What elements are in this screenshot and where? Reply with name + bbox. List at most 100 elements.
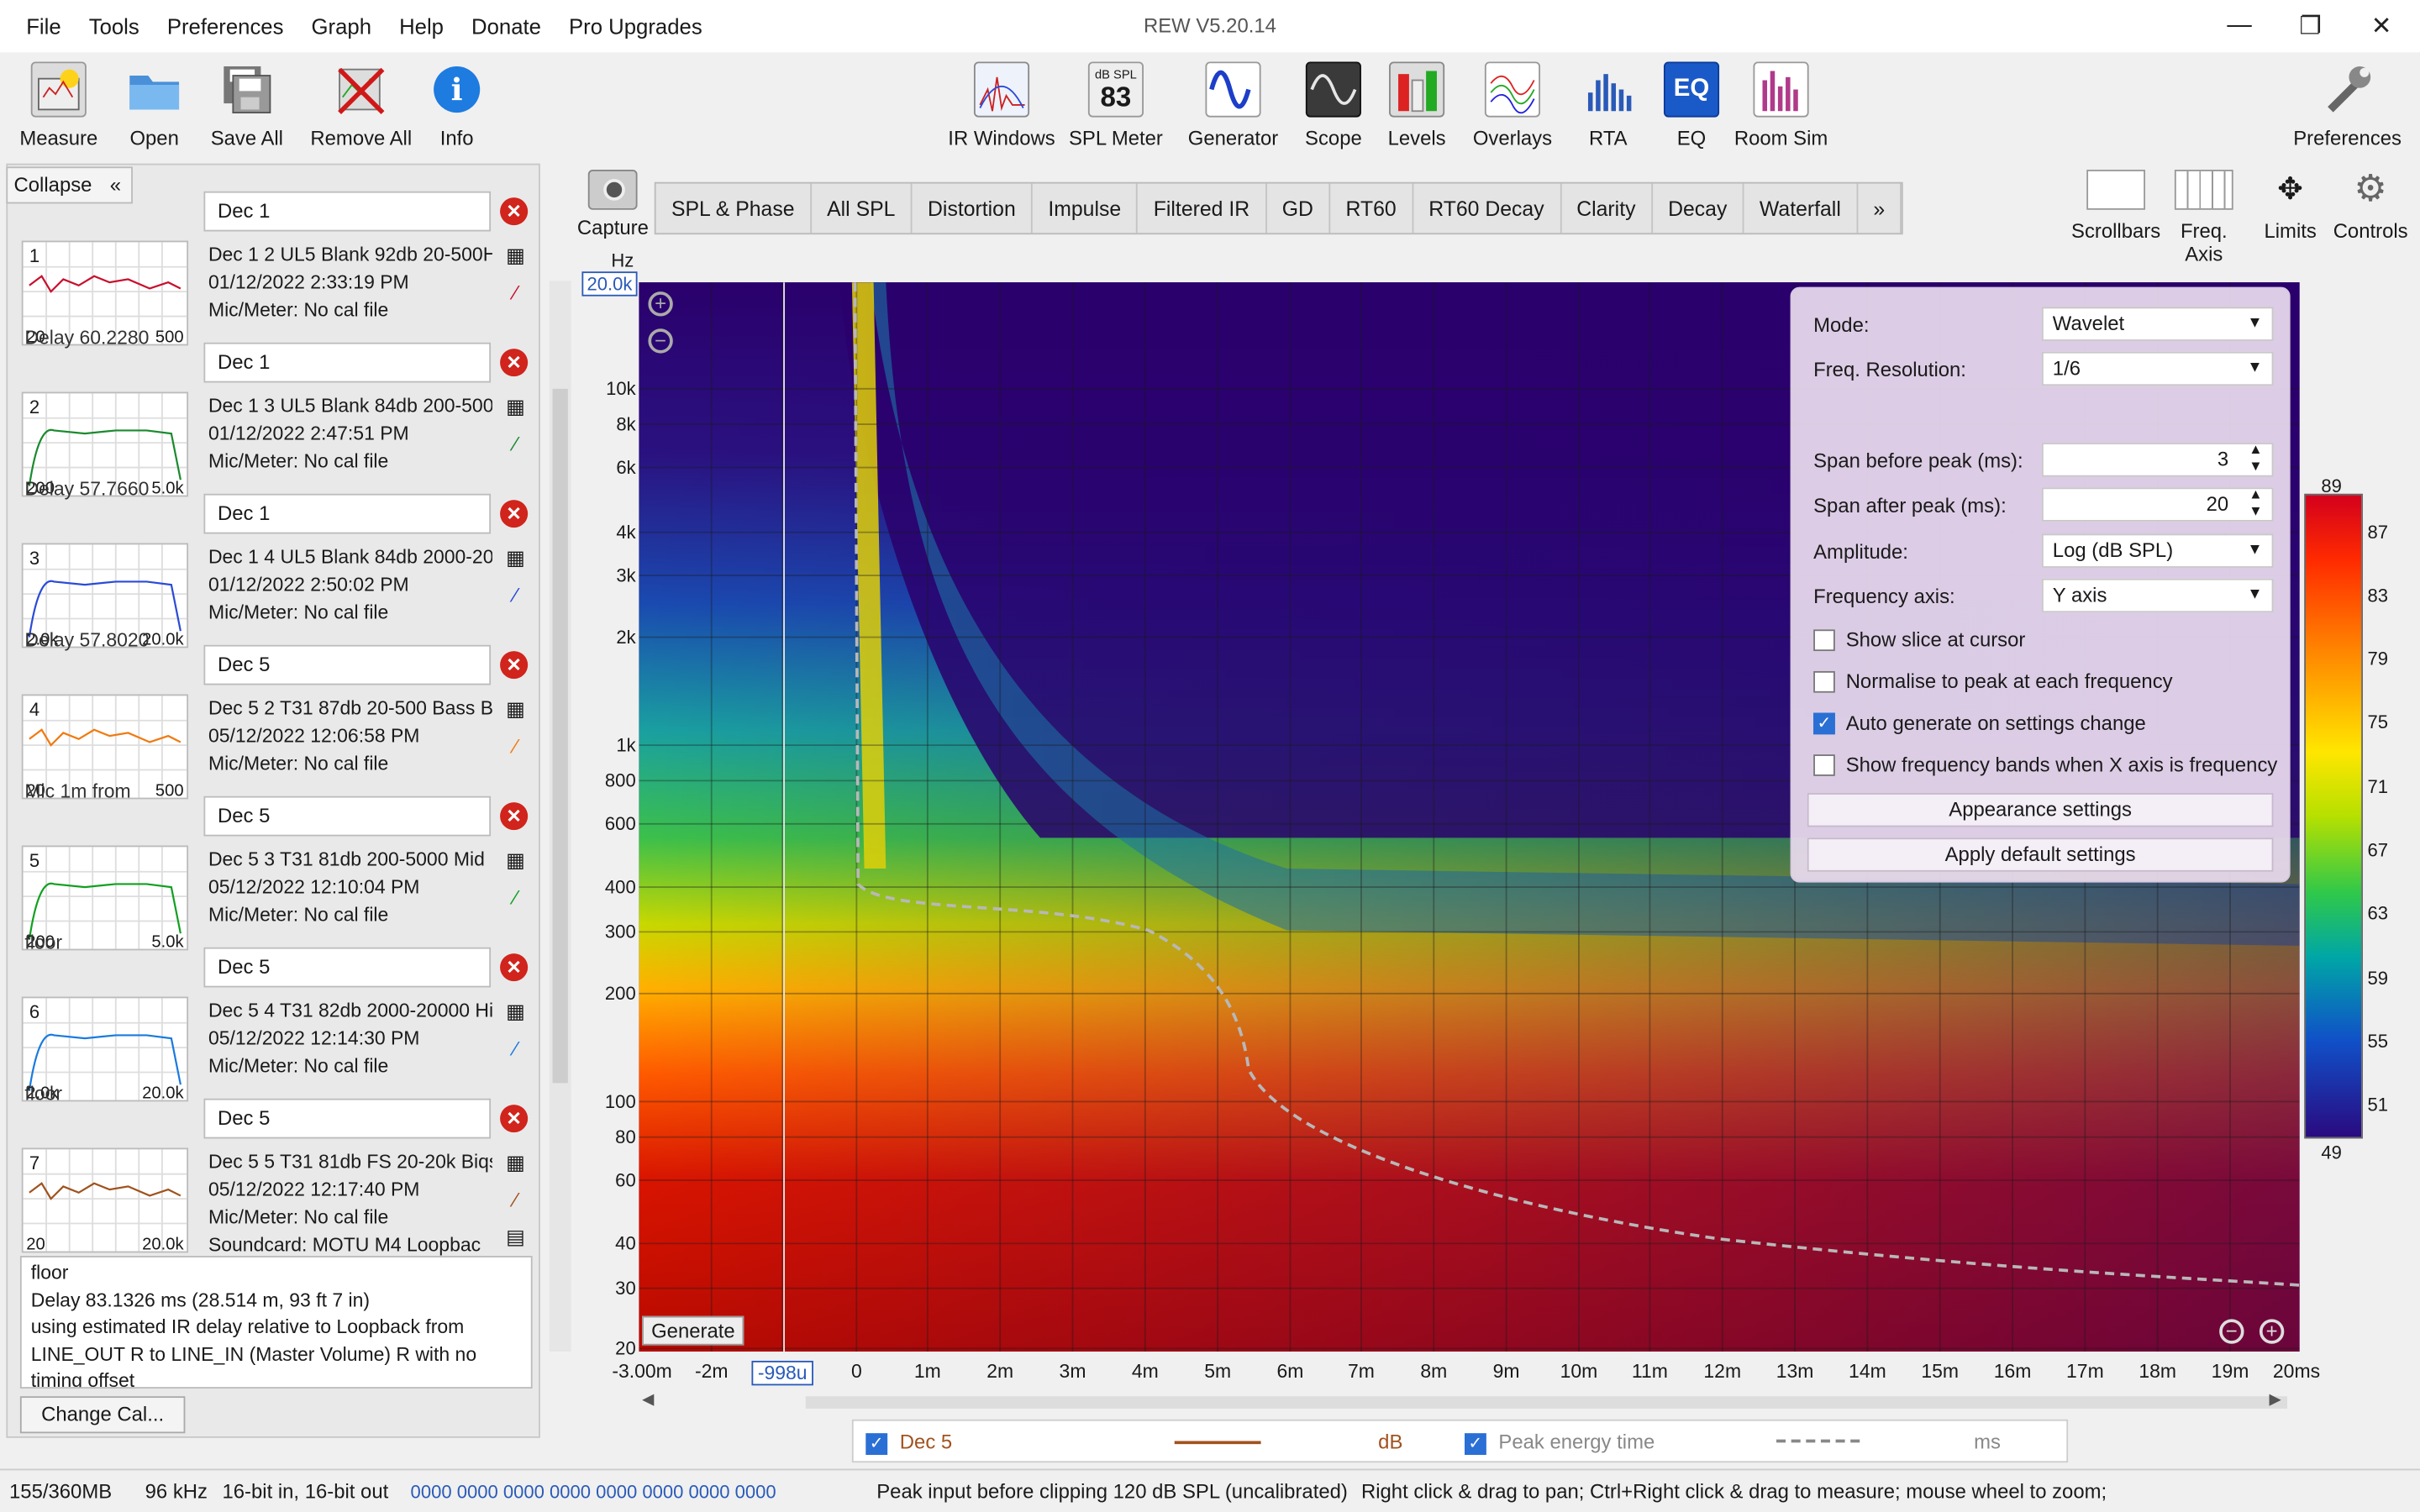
measurement-tab-field[interactable]: Dec 5 — [203, 1098, 492, 1139]
chart-settings-icon[interactable]: ▦ — [503, 848, 528, 873]
span-before-spinner[interactable]: 3 ▲ ▼ — [2041, 441, 2274, 477]
mode-select[interactable]: Wavelet ▼ — [2041, 307, 2274, 341]
remove-all-button[interactable]: Remove All — [308, 59, 413, 150]
measurement-tab-field[interactable]: Dec 1 — [203, 342, 492, 383]
menu-donate[interactable]: Donate — [457, 0, 555, 52]
list-scrollbar[interactable] — [549, 281, 571, 1352]
measurement-tab-field[interactable]: Dec 5 — [203, 947, 492, 988]
scroll-left-icon[interactable]: ◀ — [642, 1392, 654, 1409]
horizontal-scrollbar[interactable]: ◀ ▶ — [639, 1392, 2299, 1414]
auto-generate-checkbox[interactable]: ✓ Auto generate on settings change — [1813, 711, 2146, 734]
limits-button[interactable]: ✥ Limits — [2254, 170, 2328, 243]
generator-button[interactable]: Generator — [1186, 59, 1281, 150]
open-button[interactable]: Open — [118, 59, 192, 150]
zoom-out-icon[interactable]: − — [648, 328, 673, 354]
remove-measurement-icon[interactable]: ✕ — [500, 197, 529, 226]
restore-icon[interactable]: ❐ — [2275, 0, 2345, 52]
measurement-item[interactable]: Dec 5 ✕ 5 200 5.0k Dec 5 3 T31 81db 200-… — [13, 784, 531, 953]
measurement-tab-field[interactable]: Dec 5 — [203, 795, 492, 837]
scope-button[interactable]: Scope — [1300, 59, 1368, 150]
change-cal-button[interactable]: Change Cal... — [19, 1396, 186, 1434]
chart-settings-icon[interactable]: ▦ — [503, 1151, 528, 1175]
measurement-tab-field[interactable]: Dec 1 — [203, 191, 492, 232]
line-color-icon[interactable]: ⁄ — [503, 734, 528, 759]
graph-tab[interactable]: Impulse — [1033, 183, 1139, 234]
amplitude-select[interactable]: Log (dB SPL) ▼ — [2041, 533, 2274, 568]
generate-button[interactable]: Generate — [642, 1315, 744, 1346]
graph-tab[interactable]: Filtered IR — [1138, 183, 1267, 234]
menu-tools[interactable]: Tools — [75, 0, 153, 52]
chart-settings-icon[interactable]: ▦ — [503, 244, 528, 268]
line-color-icon[interactable]: ⁄ — [503, 1037, 528, 1061]
scrollbars-button[interactable]: Scrollbars — [2062, 170, 2170, 242]
minimize-icon[interactable]: — — [2204, 0, 2275, 52]
spinner-arrows-icon[interactable]: ▲ ▼ — [2249, 441, 2262, 475]
zoom-out-x-icon[interactable]: − — [2219, 1319, 2244, 1344]
measurement-item[interactable]: Dec 5 ✕ 7 20 20.0k Dec 5 5 T31 81db FS 2… — [13, 1086, 531, 1256]
measurement-item[interactable]: Dec 1 ✕ 3 2.0k 20.0k Dec 1 4 UL5 Blank 8… — [13, 481, 531, 651]
save-all-button[interactable]: Save All — [201, 59, 293, 150]
line-color-icon[interactable]: ⁄ — [503, 281, 528, 305]
graph-tab[interactable]: Waterfall — [1744, 183, 1859, 234]
graph-tab[interactable]: » — [1858, 183, 1902, 234]
frequency-axis-select[interactable]: Y axis ▼ — [2041, 578, 2274, 613]
normalise-checkbox[interactable]: Normalise to peak at each frequency — [1813, 669, 2173, 693]
chart-settings-icon[interactable]: ▦ — [503, 1000, 528, 1024]
preferences-button[interactable]: Preferences — [2291, 59, 2405, 150]
remove-measurement-icon[interactable]: ✕ — [500, 651, 529, 680]
legend-dec5-checkbox[interactable]: ✓ — [865, 1431, 888, 1455]
chart-settings-icon[interactable]: ▦ — [503, 395, 528, 419]
legend-peak-checkbox[interactable]: ✓ — [1465, 1431, 1486, 1455]
x-tick-label[interactable]: -998u — [751, 1360, 813, 1386]
spinner-arrows-icon[interactable]: ▲ ▼ — [2249, 486, 2262, 520]
y-axis-top-value[interactable]: 20.0k — [581, 271, 638, 297]
menu-pro-upgrades[interactable]: Pro Upgrades — [555, 0, 716, 52]
remove-measurement-icon[interactable]: ✕ — [500, 349, 529, 377]
measurement-thumbnail[interactable]: 7 20 20.0k — [21, 1147, 189, 1254]
measurement-item[interactable]: Dec 5 ✕ 4 20 500 Dec 5 2 T31 87db 20-500… — [13, 633, 531, 802]
appearance-settings-button[interactable]: Appearance settings — [1807, 793, 2274, 827]
graph-tab[interactable]: Clarity — [1561, 183, 1653, 234]
rta-button[interactable]: RTA — [1577, 59, 1639, 150]
line-color-icon[interactable]: ⁄ — [503, 885, 528, 910]
document-icon[interactable]: ▤ — [503, 1225, 528, 1249]
zoom-in-icon[interactable]: + — [648, 291, 673, 317]
show-bands-checkbox[interactable]: Show frequency bands when X axis is freq… — [1813, 753, 2277, 776]
chart-settings-icon[interactable]: ▦ — [503, 697, 528, 722]
freq-axis-button[interactable]: Freq. Axis — [2160, 170, 2247, 265]
scroll-right-icon[interactable]: ▶ — [2269, 1392, 2281, 1409]
ir-windows-button[interactable]: IR Windows — [944, 59, 1059, 150]
show-slice-checkbox[interactable]: Show slice at cursor — [1813, 628, 2025, 651]
remove-measurement-icon[interactable]: ✕ — [500, 953, 529, 982]
measurement-item[interactable]: Dec 1 ✕ 1 20 500 Dec 1 2 UL5 Blank 92db … — [13, 179, 531, 349]
graph-tab[interactable]: SPL & Phase — [656, 183, 812, 234]
measurement-item[interactable]: Dec 5 ✕ 6 2.0k 20.0k Dec 5 4 T31 82db 20… — [13, 935, 531, 1105]
room-sim-button[interactable]: Room Sim — [1732, 59, 1831, 150]
freq-resolution-select[interactable]: 1/6 ▼ — [2041, 351, 2274, 386]
measure-button[interactable]: Measure — [15, 59, 102, 150]
menu-help[interactable]: Help — [386, 0, 458, 52]
measurement-item[interactable]: Dec 1 ✕ 2 200 5.0k Dec 1 3 UL5 Blank 84d… — [13, 330, 531, 500]
remove-measurement-icon[interactable]: ✕ — [500, 1105, 529, 1133]
overlays-button[interactable]: Overlays — [1470, 59, 1556, 150]
menu-file[interactable]: File — [13, 0, 76, 52]
graph-tab[interactable]: Decay — [1653, 183, 1744, 234]
menu-graph[interactable]: Graph — [297, 0, 386, 52]
eq-button[interactable]: EQ EQ — [1660, 59, 1722, 150]
capture-button[interactable]: Capture — [577, 170, 649, 239]
line-color-icon[interactable]: ⁄ — [503, 583, 528, 607]
controls-button[interactable]: ⚙ Controls — [2330, 169, 2411, 242]
line-color-icon[interactable]: ⁄ — [503, 432, 528, 456]
measurement-tab-field[interactable]: Dec 5 — [203, 644, 492, 685]
graph-tab[interactable]: RT60 Decay — [1413, 183, 1561, 234]
span-after-spinner[interactable]: 20 ▲ ▼ — [2041, 486, 2274, 522]
remove-measurement-icon[interactable]: ✕ — [500, 802, 529, 831]
menu-preferences[interactable]: Preferences — [153, 0, 297, 52]
apply-default-settings-button[interactable]: Apply default settings — [1807, 837, 2274, 872]
close-window-icon[interactable]: ✕ — [2346, 0, 2417, 52]
measurement-tab-field[interactable]: Dec 1 — [203, 493, 492, 534]
graph-tab[interactable]: GD — [1266, 183, 1331, 234]
remove-measurement-icon[interactable]: ✕ — [500, 500, 529, 528]
chart-settings-icon[interactable]: ▦ — [503, 546, 528, 570]
zoom-in-x-icon[interactable]: + — [2259, 1319, 2285, 1344]
